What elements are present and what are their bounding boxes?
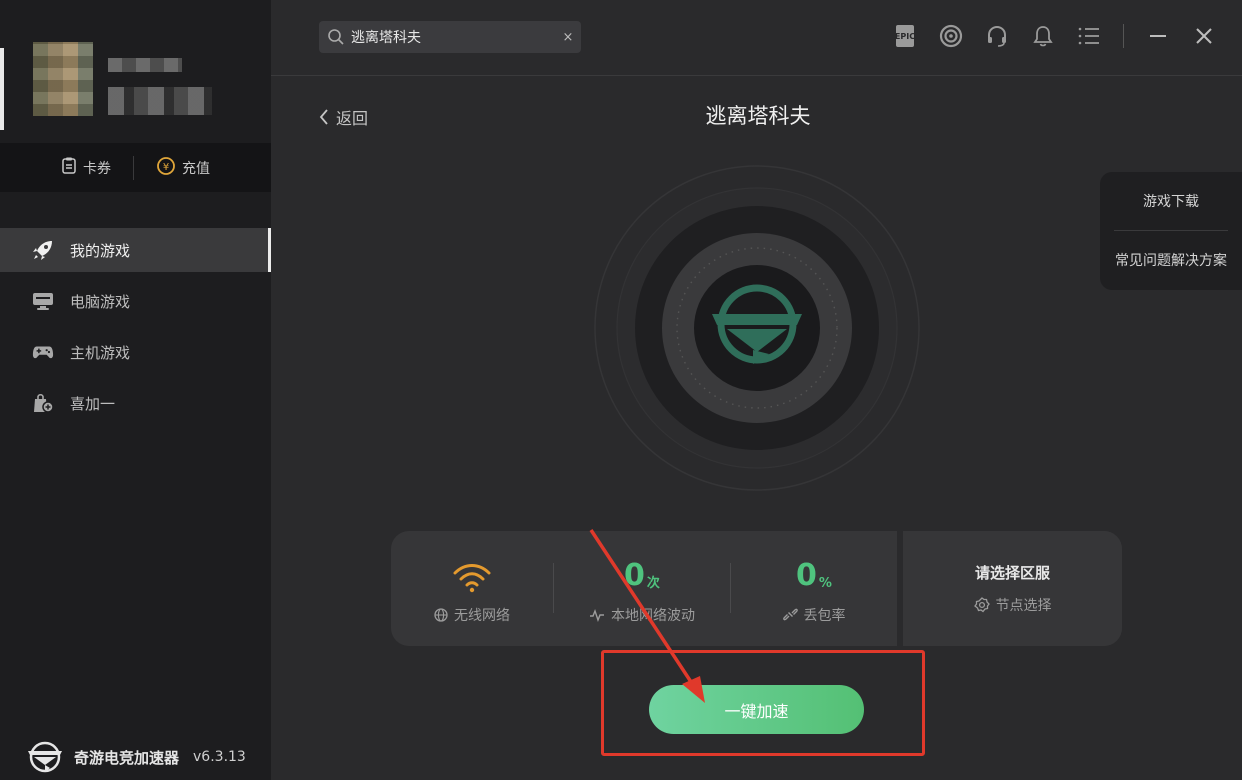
chevron-left-icon [319,109,328,125]
accelerator-status-emblem [594,165,920,491]
epic-games-icon[interactable]: EPIC [893,22,917,50]
header-toolbar: EPIC [893,22,1216,50]
sidebar-item-label: 主机游戏 [70,343,131,362]
app-window: 卡券 ¥ 充值 我的游戏 电脑游戏 主机游戏 喜加一 奇游电竞加速器 v6.3.… [0,0,1242,780]
coupon-label: 卡券 [83,160,111,177]
minimize-icon[interactable] [1146,22,1170,50]
back-button[interactable]: 返回 [318,105,368,129]
brand-name: 奇游电竞加速器 [74,748,180,767]
packet-loss-value: 0 [796,557,817,593]
gift-bag-icon [32,392,54,414]
coupon-button[interactable]: 卡券 [39,157,133,179]
broken-link-icon [782,608,798,621]
network-type-stat: 无线网络 [391,531,553,646]
search-box[interactable]: 逃离塔科夫 × [319,21,581,53]
app-version: v6.3.13 [193,749,246,765]
node-select-label: 节点选择 [995,598,1052,614]
search-input[interactable]: 逃离塔科夫 [351,27,555,47]
sidebar-item-free-games[interactable]: 喜加一 [0,381,271,425]
sidebar-item-pc-games[interactable]: 电脑游戏 [0,279,271,323]
packet-loss-unit: % [818,575,832,591]
epic-text: EPIC [895,25,915,47]
gear-icon [973,597,990,613]
coin-icon: ¥ [156,156,176,180]
game-download-link[interactable]: 游戏下载 [1100,172,1242,230]
sidebar-nav: 我的游戏 电脑游戏 主机游戏 喜加一 [0,228,271,432]
headset-icon[interactable] [985,22,1009,50]
network-type-label: 无线网络 [454,607,510,624]
globe-icon [434,607,448,622]
gamepad-icon [32,343,54,361]
top-bar: 逃离塔科夫 × EPIC [271,0,1242,76]
toolbar-divider [1123,24,1124,48]
network-stats-card: 无线网络 0 次 本地网络波动 0 % 丢包率 请选择区服 节点选择 [391,531,1122,646]
sidebar-item-label: 我的游戏 [70,241,131,260]
sidebar-item-label: 喜加一 [70,394,116,413]
faq-solutions-link[interactable]: 常见问题解决方案 [1100,231,1242,289]
bell-icon[interactable] [1031,22,1055,50]
username-redacted [108,58,182,72]
sidebar-item-label: 电脑游戏 [70,292,131,311]
clear-search-button[interactable]: × [555,30,581,45]
packet-loss-label: 丢包率 [803,607,846,624]
user-profile[interactable] [0,0,271,143]
avatar-edge [0,48,4,130]
user-id-redacted [108,87,212,115]
svg-text:¥: ¥ [163,162,169,173]
rocket-icon [32,239,54,261]
ubisoft-icon[interactable] [939,22,963,50]
region-title: 请选择区服 [974,564,1050,582]
wifi-icon [452,553,492,593]
avatar[interactable] [33,42,93,116]
fluctuation-unit: 次 [646,575,660,591]
fluctuation-label: 本地网络波动 [611,607,695,624]
pulse-icon [590,608,604,622]
packet-loss-stat: 0 % 丢包率 [731,531,897,646]
search-icon [327,28,345,46]
recharge-button[interactable]: ¥ 充值 [134,156,232,180]
monitor-icon [32,291,54,311]
page-title: 逃离塔科夫 [705,104,811,128]
sidebar: 卡券 ¥ 充值 我的游戏 电脑游戏 主机游戏 喜加一 奇游电竞加速器 v6.3.… [0,0,271,780]
recharge-label: 充值 [182,160,210,177]
region-select-button[interactable]: 请选择区服 节点选择 [897,531,1122,646]
one-click-accelerate-button[interactable]: 一键加速 [649,685,864,734]
side-panel: 游戏下载 常见问题解决方案 [1100,172,1242,290]
fluctuation-stat: 0 次 本地网络波动 [554,531,730,646]
close-icon[interactable] [1192,22,1216,50]
wallet-bar: 卡券 ¥ 充值 [0,143,271,192]
brand-logo-icon [28,741,62,773]
brand-footer: 奇游电竞加速器 v6.3.13 [26,740,246,774]
sidebar-item-console-games[interactable]: 主机游戏 [0,330,271,374]
menu-icon[interactable] [1077,22,1101,50]
sidebar-item-my-games[interactable]: 我的游戏 [0,228,271,272]
back-label: 返回 [336,109,369,128]
coupon-icon [61,157,77,179]
fluctuation-value: 0 [624,557,645,593]
